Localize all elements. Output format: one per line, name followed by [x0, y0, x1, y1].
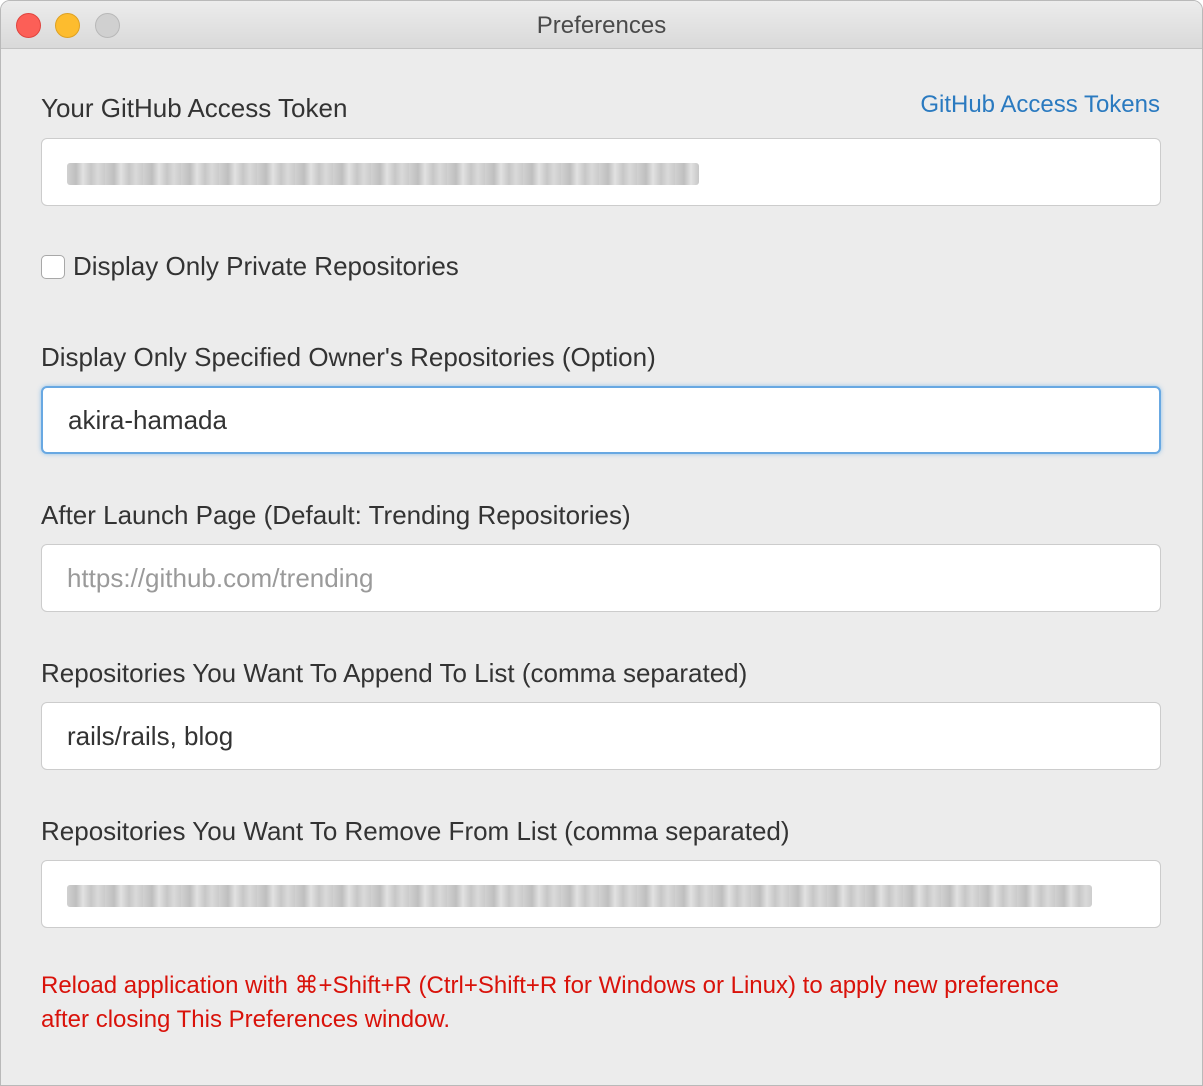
owner-input[interactable]: akira-hamada	[41, 386, 1161, 454]
append-repos-value: rails/rails, blog	[67, 720, 234, 751]
access-token-input[interactable]	[41, 138, 1161, 206]
reload-notice: Reload application with ⌘+Shift+R (Ctrl+…	[41, 969, 1161, 1037]
launch-page-label: After Launch Page (Default: Trending Rep…	[41, 500, 631, 530]
title-bar[interactable]: Preferences	[1, 1, 1202, 49]
reload-notice-line-2: after closing This Preferences window.	[41, 1006, 451, 1033]
preferences-window: Preferences Your GitHub Access Token Git…	[0, 0, 1203, 1086]
owner-label: Display Only Specified Owner's Repositor…	[41, 342, 656, 372]
private-repos-checkbox[interactable]	[41, 254, 65, 279]
redacted-token-value	[67, 163, 699, 185]
launch-page-placeholder: https://github.com/trending	[67, 562, 374, 593]
append-repos-label: Repositories You Want To Append To List …	[41, 658, 748, 688]
launch-page-input[interactable]: https://github.com/trending	[41, 544, 1161, 612]
private-repos-option[interactable]: Display Only Private Repositories	[41, 251, 459, 282]
remove-repos-input[interactable]	[41, 860, 1161, 928]
reload-notice-line-1: Reload application with ⌘+Shift+R (Ctrl+…	[41, 972, 1059, 999]
private-repos-label: Display Only Private Repositories	[73, 251, 459, 281]
redacted-remove-value	[67, 885, 1092, 907]
remove-repos-label: Repositories You Want To Remove From Lis…	[41, 816, 790, 846]
access-token-label: Your GitHub Access Token	[41, 93, 348, 123]
owner-input-value: akira-hamada	[68, 404, 227, 435]
append-repos-input[interactable]: rails/rails, blog	[41, 702, 1161, 770]
window-title: Preferences	[536, 12, 667, 39]
github-access-tokens-link[interactable]: GitHub Access Tokens	[920, 91, 1160, 119]
